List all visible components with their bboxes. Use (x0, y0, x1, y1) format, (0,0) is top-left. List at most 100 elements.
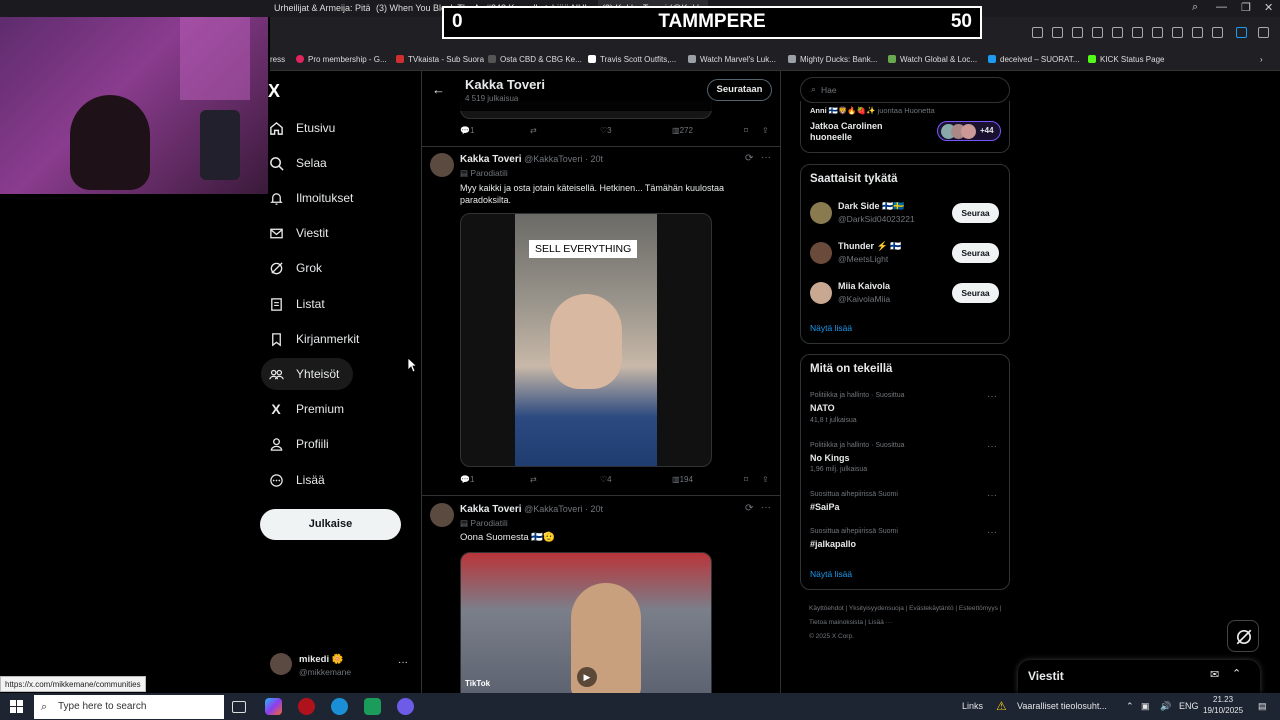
new-message-icon[interactable]: ✉ (1210, 668, 1219, 681)
toolbar-icon[interactable] (1072, 27, 1083, 38)
clock-date[interactable]: 19/10/2025 (1203, 706, 1243, 715)
browser-tab[interactable]: Urheilijat & Armeija: Pitäi (270, 0, 370, 17)
more-dots-icon[interactable]: ··· (761, 152, 771, 163)
avatar[interactable] (430, 503, 454, 527)
community-space-card[interactable]: Anni 🇫🇮🦁🔥🍓✨ juontaa Huonetta Jatkoa Caro… (800, 101, 1010, 153)
more-dots-icon[interactable]: ··· (987, 527, 997, 538)
toolbar-icon[interactable] (1092, 27, 1103, 38)
chevron-up-icon[interactable]: ⌃ (1232, 667, 1241, 680)
close-icon[interactable]: ✕ (1264, 1, 1273, 14)
bookmark-item[interactable]: TVkaista - Sub Suora (396, 55, 484, 64)
like-button[interactable]: ♡ 4 (600, 475, 612, 484)
bookmark-item[interactable]: Watch Marvel's Luk... (688, 55, 776, 64)
trend-name[interactable]: NATO (810, 403, 835, 413)
nav-item-notifications[interactable]: Ilmoitukset (268, 182, 418, 214)
tray-chevron-icon[interactable]: ⌃ (1126, 701, 1134, 712)
tweet-handle[interactable]: @KakkaToveri (524, 504, 582, 514)
follow-button[interactable]: Seuraa (952, 283, 999, 303)
trend-name[interactable]: #SaiPa (810, 502, 840, 512)
bookmark-icon[interactable]: ⌑ (744, 126, 748, 135)
tweet-author[interactable]: Kakka Toveri (460, 154, 522, 165)
tweet-video[interactable]: SELL EVERYTHING (460, 213, 712, 467)
nav-item-profile[interactable]: Profiili (268, 428, 418, 460)
trend-name[interactable]: No Kings (810, 453, 850, 463)
post-button[interactable]: Julkaise (260, 509, 401, 540)
nav-item-premium[interactable]: X Premium (268, 393, 418, 425)
grok-icon[interactable]: ⟳ (745, 503, 753, 514)
edge-icon[interactable] (331, 698, 348, 715)
grok-icon[interactable]: ⟳ (745, 153, 753, 164)
more-dots-icon[interactable]: ··· (987, 391, 997, 402)
footer-link[interactable]: Lisää ··· (868, 619, 892, 626)
nav-item-home[interactable]: Etusivu (268, 112, 418, 144)
minimize-icon[interactable]: — (1216, 1, 1227, 13)
volume-icon[interactable]: 🔊 (1160, 701, 1171, 712)
reply-button[interactable]: 💬 1 (460, 475, 474, 484)
more-dots-icon[interactable]: ··· (987, 441, 997, 452)
toolbar-icon[interactable] (1052, 27, 1063, 38)
toolbar-icon[interactable] (1152, 27, 1163, 38)
user-name[interactable]: Thunder ⚡ 🇫🇮 (838, 241, 901, 252)
chevron-right-icon[interactable]: › (1260, 55, 1263, 64)
copilot-icon[interactable] (265, 698, 282, 715)
extension-icon[interactable] (1236, 27, 1247, 38)
more-dots-icon[interactable]: ··· (987, 490, 997, 501)
avatar[interactable] (810, 242, 832, 264)
show-more-link[interactable]: Näytä lisää (810, 569, 852, 579)
footer-link[interactable]: Evästekäytäntö (909, 605, 953, 612)
bookmark-item[interactable]: ress (270, 55, 285, 64)
messages-drawer[interactable]: Viestit ✉ ⌃ (1018, 660, 1260, 693)
share-icon[interactable]: ⇪ (762, 475, 769, 484)
clock-time[interactable]: 21.23 (1213, 695, 1233, 704)
toolbar-icon[interactable] (1172, 27, 1183, 38)
bookmark-item[interactable]: deceived – SUORAT... (988, 55, 1079, 64)
nav-item-messages[interactable]: Viestit (268, 217, 418, 249)
tweet-video[interactable]: ▶ TikTok (460, 552, 712, 693)
avatar[interactable] (430, 153, 454, 177)
toolbar-icon[interactable] (1192, 27, 1203, 38)
retweet-icon[interactable]: ⇄ (530, 126, 537, 135)
footer-link[interactable]: Tietoa mainoksista (809, 619, 863, 626)
back-arrow-icon[interactable]: ← (432, 82, 445, 97)
nav-item-bookmarks[interactable]: Kirjanmerkit (268, 323, 418, 355)
settings-icon[interactable] (1258, 27, 1269, 38)
toolbar-icon[interactable] (1212, 27, 1223, 38)
nav-item-more[interactable]: Lisää (268, 464, 418, 496)
taskbar-links[interactable]: Links (962, 701, 983, 711)
search-input[interactable]: ⌕ Hae (800, 77, 1010, 103)
task-view-icon[interactable] (232, 701, 246, 713)
app-icon[interactable] (364, 698, 381, 715)
bookmark-icon[interactable]: ⌑ (744, 475, 748, 484)
language-indicator[interactable]: ENG (1179, 701, 1199, 711)
search-tabs-icon[interactable]: ⌕ (1192, 1, 1198, 14)
account-switcher[interactable]: mikedi 🌼 @mikkemane ··· (270, 650, 418, 684)
show-more-link[interactable]: Näytä lisää (810, 323, 852, 333)
network-icon[interactable]: ▣ (1141, 701, 1150, 712)
warning-icon[interactable]: ⚠ (996, 699, 1007, 713)
windows-start-icon[interactable] (10, 700, 23, 713)
tweet-author[interactable]: Kakka Toveri (460, 504, 522, 515)
bookmark-item[interactable]: KICK Status Page (1088, 55, 1164, 64)
following-button[interactable]: Seurataan (707, 79, 772, 101)
toolbar-icon[interactable] (1032, 27, 1043, 38)
notifications-icon[interactable]: ▤ (1258, 701, 1267, 712)
restore-icon[interactable]: ❐ (1241, 1, 1251, 14)
tweet-handle[interactable]: @KakkaToveri (524, 154, 582, 164)
footer-link[interactable]: Yksityisyydensuoja (849, 605, 904, 612)
share-icon[interactable]: ⇪ (762, 126, 769, 135)
bookmark-item[interactable]: Watch Global & Loc... (888, 55, 977, 64)
more-dots-icon[interactable]: ··· (761, 502, 771, 513)
tweet-time[interactable]: · 20t (585, 154, 603, 164)
nav-item-communities[interactable]: Yhteisöt (261, 358, 353, 390)
nav-item-grok[interactable]: Grok (268, 252, 418, 284)
toolbar-icon[interactable] (1132, 27, 1143, 38)
bookmark-item[interactable]: Pro membership - G... (296, 55, 387, 64)
retweet-icon[interactable]: ⇄ (530, 475, 537, 484)
like-button[interactable]: ♡ 3 (600, 126, 612, 135)
avatar[interactable] (810, 282, 832, 304)
weather-warning[interactable]: Vaaralliset tieolosuht... (1017, 701, 1107, 711)
grok-floating-button[interactable] (1227, 620, 1259, 652)
trend-name[interactable]: #jalkapallo (810, 539, 856, 549)
user-name[interactable]: Miia Kaivola (838, 281, 890, 291)
follow-button[interactable]: Seuraa (952, 243, 999, 263)
